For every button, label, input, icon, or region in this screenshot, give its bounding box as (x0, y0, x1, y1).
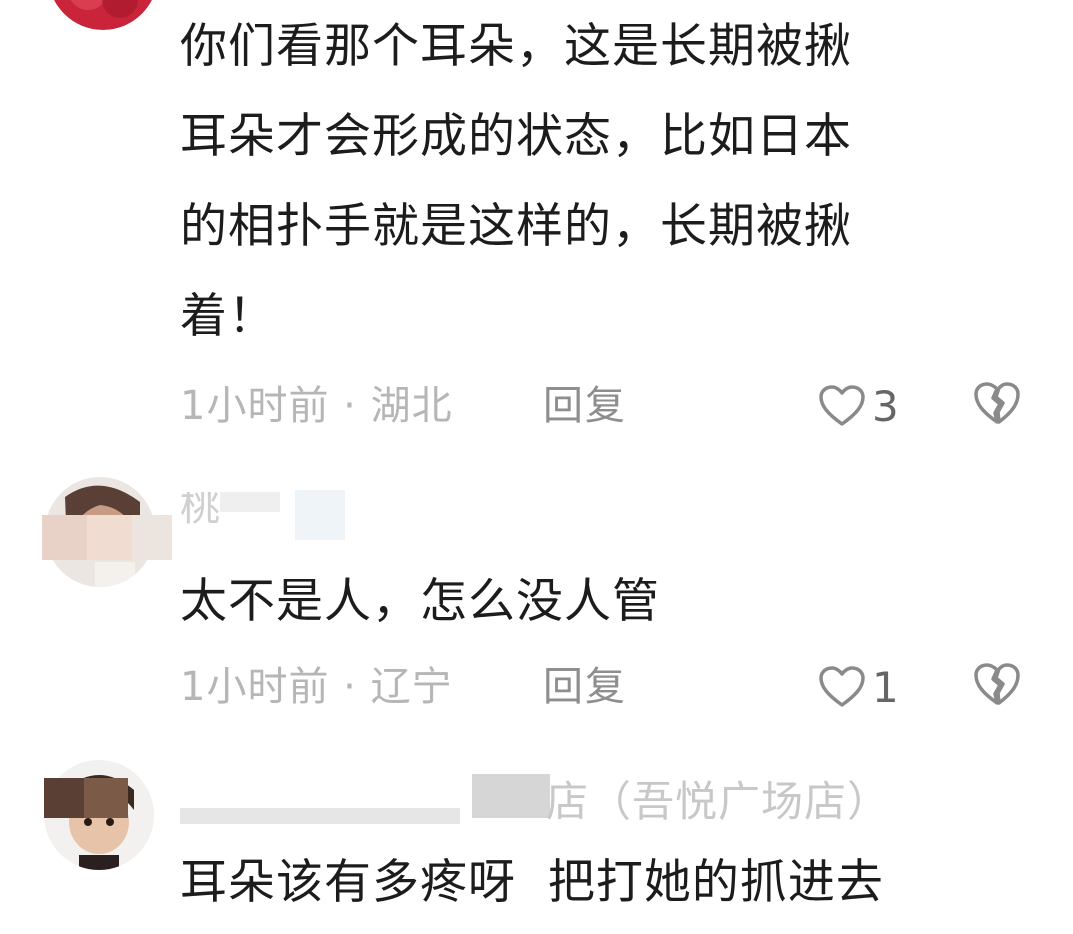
avatar-censor (44, 778, 84, 818)
dislike-button[interactable] (972, 380, 1022, 430)
meta-separator: · (329, 664, 371, 710)
heart-outline-icon (819, 666, 865, 707)
heart-outline-icon (819, 385, 865, 426)
broken-heart-icon (974, 663, 1020, 705)
comment-meta: 1小时前 · 辽宁 (180, 657, 453, 717)
like-count: 1 (872, 662, 899, 712)
reply-button[interactable]: 回复 (543, 376, 627, 436)
comment-meta: 1小时前 · 湖北 (180, 376, 453, 436)
username-censor (295, 490, 345, 540)
avatar-censor (84, 778, 128, 818)
broken-heart-icon (974, 382, 1020, 424)
like-button[interactable]: 1 (818, 657, 899, 717)
username[interactable]: 店（吾悦广场店） (546, 768, 890, 829)
username-censor (220, 492, 280, 512)
avatar-censor (87, 515, 132, 560)
comment-text: 太不是人，怎么没人管 (180, 574, 660, 629)
comment-location: 辽宁 (370, 664, 453, 710)
reply-button[interactable]: 回复 (543, 657, 627, 717)
avatar-censor (42, 515, 87, 560)
like-count: 3 (872, 381, 899, 431)
comment-text: 你们看那个耳朵，这是长期被揪 耳朵才会形成的状态，比如日本 的相扑手就是这样的，… (180, 19, 852, 344)
like-button[interactable]: 3 (818, 376, 899, 436)
username[interactable]: 桃 (180, 492, 221, 532)
dislike-button[interactable] (972, 661, 1022, 711)
comment-time: 1小时前 (180, 383, 330, 429)
username-censor (472, 774, 550, 818)
meta-separator: · (329, 383, 371, 429)
username-censor (180, 808, 460, 824)
comment-text: 耳朵该有多疼呀 把打她的抓进去 (180, 855, 884, 910)
comment-time: 1小时前 (180, 664, 330, 710)
comment-location: 湖北 (370, 383, 453, 429)
avatar[interactable] (48, 0, 158, 30)
avatar-censor (132, 515, 172, 560)
